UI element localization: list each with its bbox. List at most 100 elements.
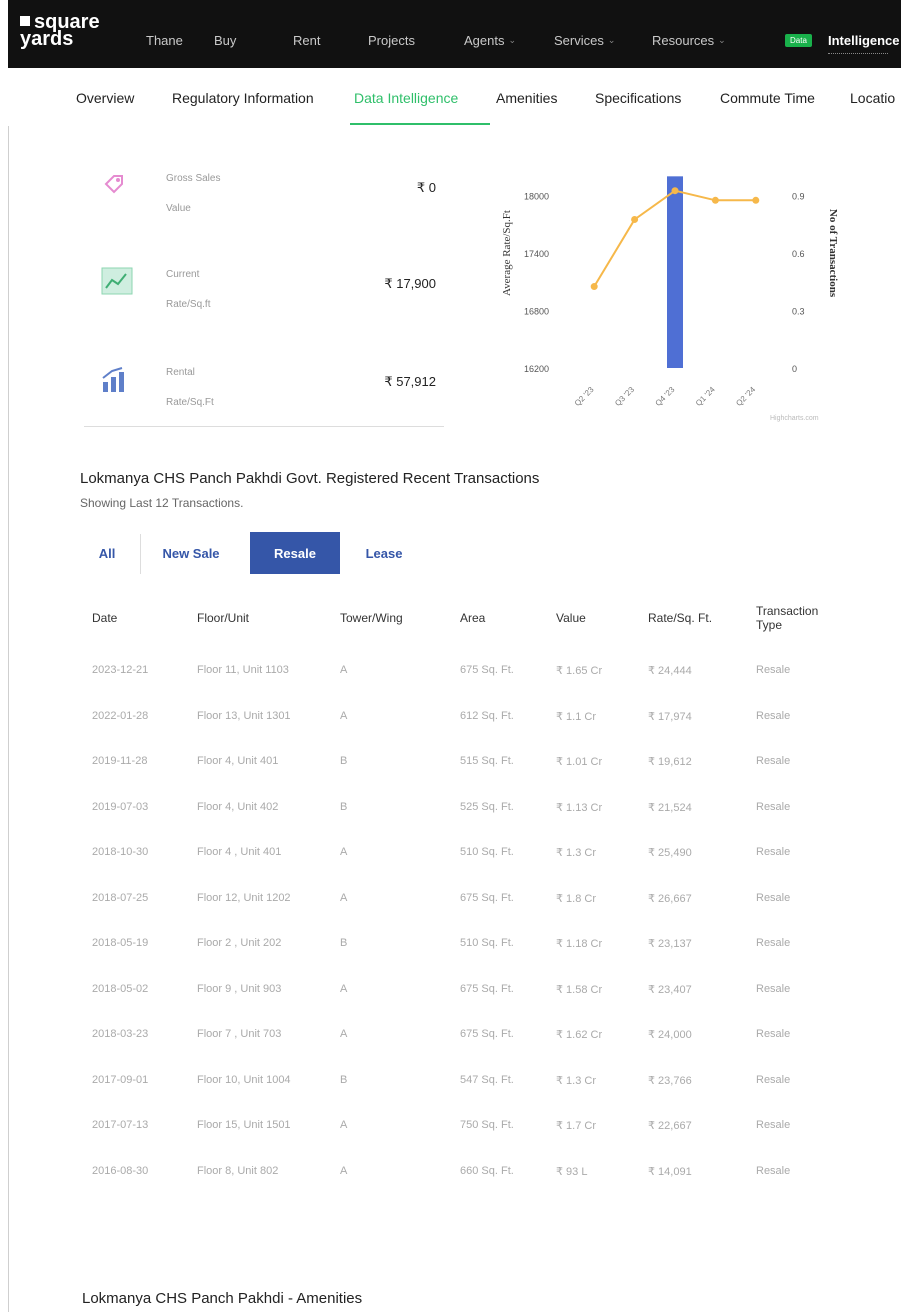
th-date: Date: [92, 611, 118, 625]
nav-item-rent[interactable]: Rent: [293, 33, 320, 48]
cell-rate: ₹ 19,612: [648, 756, 692, 768]
nav-item-resources[interactable]: Resources ⌄: [652, 33, 726, 48]
cell-date: 2023-12-21: [92, 664, 149, 676]
nav-item-agents[interactable]: Agents ⌄: [464, 33, 516, 48]
filter-resale[interactable]: Resale: [250, 532, 340, 574]
table-row: 2018-03-23 Floor 7 , Unit 703 A 675 Sq. Ft.…: [82, 1028, 872, 1072]
chart-point: [671, 187, 679, 195]
tab-location[interactable]: Locatio: [850, 90, 895, 106]
filter-lease[interactable]: Lease: [350, 532, 418, 574]
transactions-subtitle: Showing Last 12 Transactions.: [80, 496, 244, 510]
cell-area: 675 Sq. Ft.: [460, 664, 514, 676]
table-row: 2018-05-02 Floor 9 , Unit 903 A 675 Sq. Ft.…: [82, 983, 872, 1027]
tab-regulatory-information[interactable]: Regulatory Information: [172, 90, 314, 106]
cell-tower-wing: A: [340, 664, 348, 676]
cell-area: 675 Sq. Ft.: [460, 982, 514, 995]
cell-tower-wing: A: [340, 709, 348, 722]
cell-floor-unit: Floor 2 , Unit 202: [197, 937, 282, 949]
cell-value: ₹ 1.18 Cr: [556, 938, 603, 950]
cell-date: 2017-09-01: [92, 1073, 149, 1086]
th-area: Area: [460, 611, 486, 625]
nav-item-thane[interactable]: Thane: [146, 33, 183, 48]
chart-board-icon: [100, 266, 134, 305]
cell-tower-wing: A: [340, 1119, 348, 1131]
cell-date: 2017-07-13: [92, 1119, 149, 1131]
x-tick-label: Q2 '23: [573, 385, 596, 408]
stat-value: ₹ 17,900: [384, 276, 436, 291]
tab-data-intelligence[interactable]: Data Intelligence: [354, 90, 458, 106]
cell-tower-wing: A: [340, 891, 348, 904]
cell-transaction-type: Resale: [756, 1028, 791, 1040]
cell-floor-unit: Floor 4, Unit 402: [197, 800, 279, 813]
th-transaction-type: Transaction Type: [756, 604, 819, 632]
cell-rate: ₹ 23,766: [648, 1074, 692, 1087]
y-right-tick-label: 0.3: [792, 307, 805, 317]
stat-rental-rate: Rental Rate/Sq.Ft ₹ 57,912: [82, 356, 442, 420]
table-row: 2017-07-13 Floor 15, Unit 1501 A 750 Sq. Ft…: [82, 1119, 872, 1163]
cell-date: 2018-10-30: [92, 846, 149, 858]
table-row: 2016-08-30 Floor 8, Unit 802 A 660 Sq. Ft. ₹…: [82, 1165, 872, 1209]
cell-value: ₹ 1.01 Cr: [556, 756, 603, 768]
x-tick-label: Q3 '23: [613, 385, 636, 408]
table-row: 2018-05-19 Floor 2 , Unit 202 B 510 Sq. Ft.…: [82, 937, 872, 981]
section-tabs: Overview Regulatory Information Data Int…: [8, 68, 901, 126]
cell-floor-unit: Floor 7 , Unit 703: [197, 1028, 282, 1040]
cell-transaction-type: Resale: [756, 664, 791, 676]
cell-rate: ₹ 14,091: [648, 1165, 692, 1178]
amenities-title: Lokmanya CHS Panch Pakhdi - Amenities: [82, 1290, 363, 1307]
table-row: 2017-09-01 Floor 10, Unit 1004 B 547 Sq. Ft…: [82, 1074, 872, 1118]
x-tick-label: Q1 '24: [694, 385, 717, 408]
cell-rate: ₹ 17,974: [648, 710, 692, 723]
cell-area: 510 Sq. Ft.: [460, 846, 514, 858]
cell-transaction-type: Resale: [756, 1164, 791, 1177]
x-tick-label: Q2 '24: [734, 385, 757, 408]
cell-tower-wing: A: [340, 1028, 348, 1040]
y-tick-label: 17400: [524, 249, 549, 259]
cell-area: 612 Sq. Ft.: [460, 709, 514, 722]
cell-date: 2022-01-28: [92, 709, 149, 722]
cell-date: 2019-07-03: [92, 800, 149, 813]
nav-item-intelligence[interactable]: Intelligence: [828, 33, 900, 48]
logo-square-icon: [20, 16, 30, 26]
stat-gross-sales-value: Gross Sales Value ₹ 0: [82, 162, 442, 226]
cell-transaction-type: Resale: [756, 982, 791, 995]
cell-transaction-type: Resale: [756, 709, 791, 722]
nav-item-buy[interactable]: Buy: [214, 33, 236, 48]
y-tick-label: 18000: [524, 192, 549, 202]
cell-tower-wing: A: [340, 846, 348, 858]
tab-amenities[interactable]: Amenities: [496, 90, 557, 106]
tag-icon: [100, 170, 128, 205]
th-value: Value: [556, 611, 586, 625]
cell-value: ₹ 1.1 Cr: [556, 710, 597, 723]
cell-date: 2016-08-30: [92, 1164, 149, 1177]
cell-value: ₹ 1.3 Cr: [556, 847, 597, 859]
table-row: 2022-01-28 Floor 13, Unit 1301 A 612 Sq. Ft…: [82, 710, 872, 754]
bar-growth-icon: [100, 364, 130, 401]
chart-bar: [667, 176, 683, 368]
table-row: 2023-12-21 Floor 11, Unit 1103 A 675 Sq. Ft…: [82, 664, 872, 708]
cell-rate: ₹ 25,490: [648, 847, 692, 859]
cell-floor-unit: Floor 12, Unit 1202: [197, 891, 291, 904]
chart-credit[interactable]: Highcharts.com: [770, 415, 819, 422]
cell-tower-wing: B: [340, 937, 348, 949]
tab-commute-time[interactable]: Commute Time: [720, 90, 815, 106]
filter-new-sale[interactable]: New Sale: [150, 532, 232, 574]
table-row: 2018-07-25 Floor 12, Unit 1202 A 675 Sq. Ft…: [82, 892, 872, 936]
active-tab-indicator: [350, 123, 490, 125]
cell-area: 675 Sq. Ft.: [460, 891, 514, 904]
nav-item-projects[interactable]: Projects: [368, 33, 415, 48]
cell-floor-unit: Floor 4 , Unit 401: [197, 846, 282, 858]
y-right-axis-title: No of Transactions: [827, 209, 839, 298]
cell-rate: ₹ 26,667: [648, 892, 692, 905]
cell-rate: ₹ 23,137: [648, 938, 692, 950]
rate-transactions-chart: 16200 16800 17400 18000 0 0.3 0.6 0.9 Q2 '23 Q3 '…: [501, 176, 839, 408]
square-yards-logo[interactable]: square yards: [20, 12, 100, 49]
cell-floor-unit: Floor 9 , Unit 903: [197, 982, 282, 995]
tab-overview[interactable]: Overview: [76, 90, 134, 106]
cell-area: 675 Sq. Ft.: [460, 1028, 514, 1040]
nav-item-services[interactable]: Services ⌄: [554, 33, 615, 48]
cell-date: 2019-11-28: [92, 755, 148, 767]
tab-specifications[interactable]: Specifications: [595, 90, 681, 106]
cell-value: ₹ 1.62 Cr: [556, 1029, 603, 1041]
filter-all[interactable]: All: [82, 532, 132, 574]
